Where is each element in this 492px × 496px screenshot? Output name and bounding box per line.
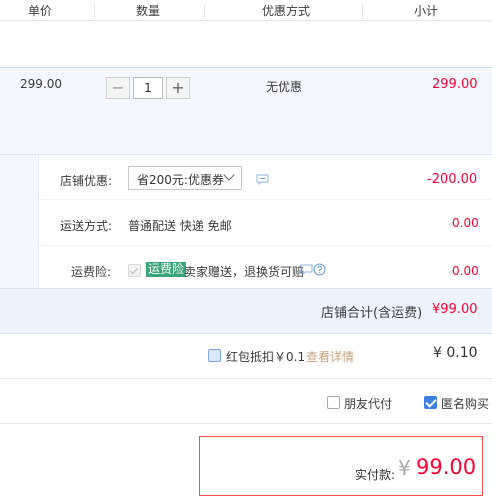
column-subtotal: 小计 xyxy=(414,4,439,18)
divider xyxy=(0,378,492,379)
payment-amount: 99.00 xyxy=(416,455,477,479)
friend-pay-label: 朋友代付 xyxy=(344,397,393,411)
payment-currency: ¥ xyxy=(398,456,411,480)
red-packet-amount: ¥ 0.10 xyxy=(433,345,478,361)
shipping-value: 普通配送 快递 免邮 xyxy=(128,219,232,233)
column-divider xyxy=(94,4,95,18)
anonymous-purchase-label: 匿名购买 xyxy=(441,397,490,411)
shop-coupon-selected: 省200元:优惠券 xyxy=(137,173,224,187)
help-icon[interactable] xyxy=(313,263,326,279)
shop-total-label: 店铺合计(含运费) xyxy=(321,306,423,321)
insurance-tag: 运费险 xyxy=(146,262,187,277)
payment-label: 实付款: xyxy=(355,468,396,482)
comment-icon[interactable] xyxy=(256,174,269,188)
column-divider xyxy=(204,4,205,18)
red-packet-checkbox[interactable] xyxy=(208,349,221,362)
order-item-row xyxy=(0,67,492,155)
comment-icon[interactable] xyxy=(300,264,313,278)
item-discount: 无优惠 xyxy=(266,80,303,94)
shop-coupon-select[interactable]: 省200元:优惠券 xyxy=(128,166,242,190)
column-discount-method: 优惠方式 xyxy=(262,4,311,18)
column-header: 单价 数量 优惠方式 小计 xyxy=(0,0,492,21)
column-quantity: 数量 xyxy=(136,4,161,18)
insurance-description: 卖家赠送，退换货可赔 xyxy=(184,265,305,279)
divider xyxy=(0,423,492,424)
quantity-increase-button[interactable]: + xyxy=(166,77,190,99)
shop-coupon-amount: -200.00 xyxy=(427,172,478,187)
shop-coupon-label: 店铺优惠: xyxy=(60,174,113,188)
red-packet-label: 红包抵扣￥0.1 xyxy=(226,350,306,364)
column-unit-price: 单价 xyxy=(28,4,53,18)
shipping-label: 运送方式: xyxy=(60,219,113,233)
divider xyxy=(39,199,492,200)
friend-pay-checkbox[interactable] xyxy=(327,396,340,409)
insurance-label: 运费险: xyxy=(71,265,112,279)
insurance-checkbox xyxy=(128,264,141,277)
column-divider xyxy=(362,4,363,18)
anonymous-purchase-checkbox[interactable] xyxy=(424,396,437,409)
shipping-amount: 0.00 xyxy=(452,216,479,230)
chevron-down-icon xyxy=(223,169,235,181)
item-subtotal: 299.00 xyxy=(432,77,478,92)
quantity-decrease-button[interactable]: − xyxy=(106,77,130,99)
item-unit-price: 299.00 xyxy=(20,77,62,91)
insurance-amount: 0.00 xyxy=(452,264,479,278)
shop-total-amount: ¥99.00 xyxy=(432,302,478,317)
red-packet-details-link[interactable]: 查看详情 xyxy=(306,348,354,365)
quantity-input[interactable]: 1 xyxy=(133,77,163,99)
divider xyxy=(39,245,492,246)
